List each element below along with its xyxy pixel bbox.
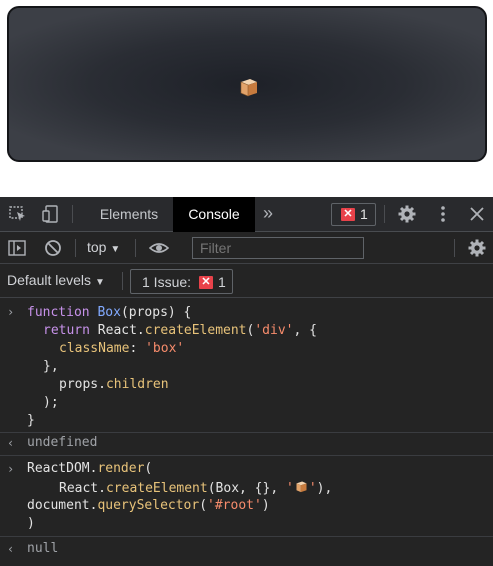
console-toolbar-levels: Default levels ▼ 1 Issue: ✕ 1 (0, 264, 493, 298)
error-icon: ✕ (199, 276, 213, 289)
rendered-box (7, 6, 487, 162)
context-label: top (87, 239, 107, 255)
code-line: return React.createElement('div', { (43, 323, 317, 338)
toolbar-divider (75, 239, 76, 257)
code-line: React.createElement(Box, {}, ' '), (59, 481, 333, 496)
row-divider (0, 455, 493, 456)
chevron-down-icon: ▼ (110, 244, 121, 255)
toolbar-divider (72, 205, 73, 223)
result-value: null (27, 541, 59, 556)
code-line: props.children (59, 377, 169, 392)
context-selector[interactable]: top ▼ (87, 239, 120, 255)
code-line: className: 'box' (59, 341, 185, 356)
row-divider (0, 432, 493, 433)
chevron-down-icon: ▼ (94, 277, 105, 288)
eye-icon[interactable] (149, 238, 169, 258)
issues-count: 1 (218, 274, 226, 290)
more-tabs-button[interactable]: » (263, 197, 273, 232)
toolbar-divider (384, 205, 385, 223)
error-icon: ✕ (341, 208, 355, 221)
result-arrow-icon: ‹ (7, 436, 15, 450)
code-line: ); (43, 395, 59, 410)
tab-elements[interactable]: Elements (86, 197, 172, 232)
clear-console-icon[interactable] (43, 238, 63, 258)
code-line: ReactDOM.render( (27, 461, 153, 476)
toolbar-divider (454, 239, 455, 257)
package-icon (296, 481, 307, 493)
filter-input[interactable] (192, 237, 364, 259)
result-arrow-icon: ‹ (7, 542, 15, 556)
row-divider (0, 536, 493, 537)
error-count: 1 (360, 206, 368, 222)
code-line: function Box(props) { (27, 305, 192, 320)
device-toolbar-icon[interactable] (41, 204, 61, 224)
code-line: }, (43, 359, 59, 374)
issues-button[interactable]: 1 Issue: ✕ 1 (130, 269, 233, 294)
sidebar-toggle-icon[interactable] (7, 238, 27, 258)
devtools-tabbar: Elements Console » ✕ 1 (0, 197, 493, 232)
devtools-panel: Elements Console » ✕ 1 top ▼ Filter Defa… (0, 197, 493, 566)
close-icon[interactable] (467, 204, 487, 224)
log-levels-dropdown[interactable]: Default levels ▼ (7, 272, 105, 288)
toolbar-divider (122, 272, 123, 290)
code-line: } (27, 413, 35, 428)
input-prompt-icon: › (7, 462, 15, 476)
input-prompt-icon: › (7, 305, 15, 319)
tab-console[interactable]: Console (173, 197, 255, 232)
levels-label: Default levels (7, 272, 92, 288)
code-line: ) (27, 516, 35, 531)
inspect-element-icon[interactable] (8, 204, 28, 224)
more-options-icon[interactable] (433, 204, 453, 224)
package-icon (240, 79, 257, 97)
code-line: document.querySelector('#root') (27, 498, 270, 513)
console-toolbar: top ▼ (0, 232, 493, 264)
toolbar-divider (135, 239, 136, 257)
error-count-badge[interactable]: ✕ 1 (331, 203, 376, 226)
page-preview (0, 0, 493, 197)
settings-gear-icon[interactable] (397, 204, 417, 224)
result-value: undefined (27, 435, 98, 450)
issues-label: 1 Issue: (142, 274, 192, 290)
console-settings-gear-icon[interactable] (467, 238, 487, 258)
